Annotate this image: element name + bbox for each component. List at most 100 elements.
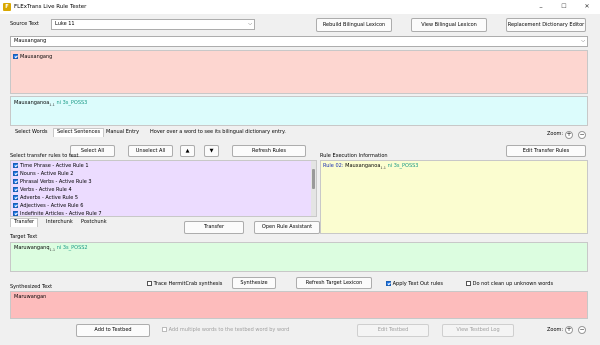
scrollbar-thumb[interactable] [312,169,315,189]
tab-interchunk[interactable]: Interchunk [43,219,76,226]
rule-item[interactable]: Nouns - Active Rule 2 [13,170,73,178]
zoom-in-button-bottom[interactable]: + [565,326,573,334]
source-text-combo[interactable]: Luke 11 ⌵ [51,19,255,30]
refresh-target-lexicon-button[interactable]: Refresh Target Lexicon [296,277,372,289]
word-checkbox[interactable] [13,54,18,59]
sentence-value: Mauxangang [14,38,47,44]
trace-hermitcrab-option[interactable]: Trace HermitCrab synthesis [147,281,222,288]
chevron-down-icon: ⌵ [581,38,585,44]
trace-hermitcrab-label: Trace HermitCrab synthesis [153,281,223,287]
add-to-testbed-button[interactable]: Add to Testbed [76,324,150,337]
rule-execution-text[interactable]: Rule 02: Mauxanganoa1.1 ni 3s_POSS3 [323,163,419,172]
tab-select-sentences[interactable]: Select Sentences [53,128,105,137]
rule-item[interactable]: Phrasal Verbs - Active Rule 3 [13,178,92,186]
target-sense: 1.1 [49,248,56,252]
close-button[interactable]: ✕ [580,2,594,12]
add-multiple-option[interactable]: Add multiple words to the testbed word b… [162,327,289,334]
app-icon: F [3,3,11,11]
refresh-rules-button[interactable]: Refresh Rules [232,145,306,157]
synthesized-text-label: Synthesized Text [10,284,53,290]
tab-manual-entry[interactable]: Manual Entry [103,129,142,136]
word-item[interactable]: Mauxangang [13,53,52,61]
rule-label: Indefinite Articles - Active Rule 7 [20,211,102,217]
apply-textout-label: Apply Text Out rules [392,281,443,287]
no-cleanup-option[interactable]: Do not clean up unknown words [466,281,553,288]
edit-transfer-rules-button[interactable]: Edit Transfer Rules [506,145,586,157]
add-multiple-checkbox[interactable] [162,327,167,332]
transfer-button[interactable]: Transfer [184,221,244,234]
rule-checkbox[interactable] [13,203,18,208]
word-label: Mauxangang [20,54,53,60]
rebuild-bilingual-lexicon-button[interactable]: Rebuild Bilingual Lexicon [316,18,392,32]
rule-label: Adverbs - Active Rule 5 [20,195,79,201]
rule-checkbox[interactable] [13,211,18,216]
target-tag: ni 3s_POSS2 [56,245,88,251]
chevron-down-icon: ⌵ [248,21,252,27]
rule-label: Nouns - Active Rule 2 [20,171,74,177]
rule-sense: 1.1 [380,166,386,170]
rule-checkbox[interactable] [13,171,18,176]
hover-hint: Hover over a word to see its bilingual d… [150,129,286,135]
sentence-combo[interactable]: Mauxangang ⌵ [10,36,588,47]
trace-hermitcrab-checkbox[interactable] [147,281,152,286]
rules-list: Time Phrase - Active Rule 1 Nouns - Acti… [10,160,317,217]
move-down-button[interactable]: ▼ [204,145,219,157]
zoom-out-button-bottom[interactable]: − [578,326,586,334]
synthesized-text-pane: Maruwangan [10,291,588,319]
lexical-unit-word: Mauxanganoa [14,100,50,106]
target-text[interactable]: Maruwanganq1.1 ni 3s_POSS2 [14,245,88,254]
rule-checkbox[interactable] [13,195,18,200]
rules-label: Select transfer rules to test [10,153,79,159]
rule-execution-label: Rule Execution Information [320,153,388,159]
view-bilingual-lexicon-button[interactable]: View Bilingual Lexicon [411,18,487,32]
synthesized-text[interactable]: Maruwangan [14,294,46,301]
title-bar: F FLExTrans Live Rule Tester – ☐ ✕ [0,0,600,14]
target-text-pane: Maruwanganq1.1 ni 3s_POSS2 [10,242,588,272]
rule-checkbox[interactable] [13,163,18,168]
zoom-in-button[interactable]: + [565,131,573,139]
view-testbed-log-button[interactable]: View Testbed Log [442,324,514,337]
replacement-dictionary-editor-button[interactable]: Replacement Dictionary Editor [506,18,586,32]
open-rule-assistant-button[interactable]: Open Rule Assistant [254,221,320,234]
rule-item[interactable]: Adjectives - Active Rule 6 [13,202,83,210]
lexical-unit-tag: ni 3s_POSS3 [56,100,88,106]
rule-label: Phrasal Verbs - Active Rule 3 [20,179,92,185]
rule-item[interactable]: Adverbs - Active Rule 5 [13,194,78,202]
tab-select-words[interactable]: Select Words [12,129,50,136]
synthesize-button[interactable]: Synthesize [232,277,276,289]
no-cleanup-label: Do not clean up unknown words [472,281,554,287]
rule-item[interactable]: Indefinite Articles - Active Rule 7 [13,210,102,218]
rule-name: Rule 02: [323,163,344,169]
lexical-unit-text[interactable]: Mauxanganoa1.1 ni 3s_POSS3 [14,100,87,109]
tab-postchunk[interactable]: Postchunk [78,219,110,226]
zoom-out-button[interactable]: − [578,131,586,139]
zoom-label: Zoom: [547,131,564,137]
rule-checkbox[interactable] [13,187,18,192]
tab-transfer[interactable]: Transfer [10,218,39,227]
unselect-all-button[interactable]: Unselect All [128,145,173,157]
window-title: FLExTrans Live Rule Tester [14,4,87,10]
no-cleanup-checkbox[interactable] [466,281,471,286]
rule-label: Verbs - Active Rule 4 [20,187,72,193]
apply-textout-checkbox[interactable] [386,281,391,286]
selected-words-pane: Mauxangang [10,50,588,94]
edit-testbed-button[interactable]: Edit Testbed [357,324,429,337]
lexical-unit-pane: Mauxanganoa1.1 ni 3s_POSS3 [10,96,588,126]
rule-item[interactable]: Time Phrase - Active Rule 1 [13,162,89,170]
target-text-label: Target Text [10,234,38,240]
move-up-button[interactable]: ▲ [180,145,195,157]
rule-tag: ni 3s_POSS3 [387,163,419,169]
rule-label: Adjectives - Active Rule 6 [20,203,84,209]
rule-item[interactable]: Verbs - Active Rule 4 [13,186,72,194]
minimize-button[interactable]: – [534,2,548,12]
rule-checkbox[interactable] [13,179,18,184]
source-text-label: Source Text [10,21,39,27]
add-multiple-label: Add multiple words to the testbed word b… [168,327,290,333]
maximize-button[interactable]: ☐ [557,2,571,12]
rule-execution-pane: Rule 02: Mauxanganoa1.1 ni 3s_POSS3 [320,160,588,234]
apply-textout-option[interactable]: Apply Text Out rules [386,281,443,288]
target-word: Maruwanganq [14,245,50,251]
rule-label: Time Phrase - Active Rule 1 [20,163,89,169]
source-text-value: Luke 11 [55,21,75,27]
rules-scrollbar[interactable] [311,161,316,216]
